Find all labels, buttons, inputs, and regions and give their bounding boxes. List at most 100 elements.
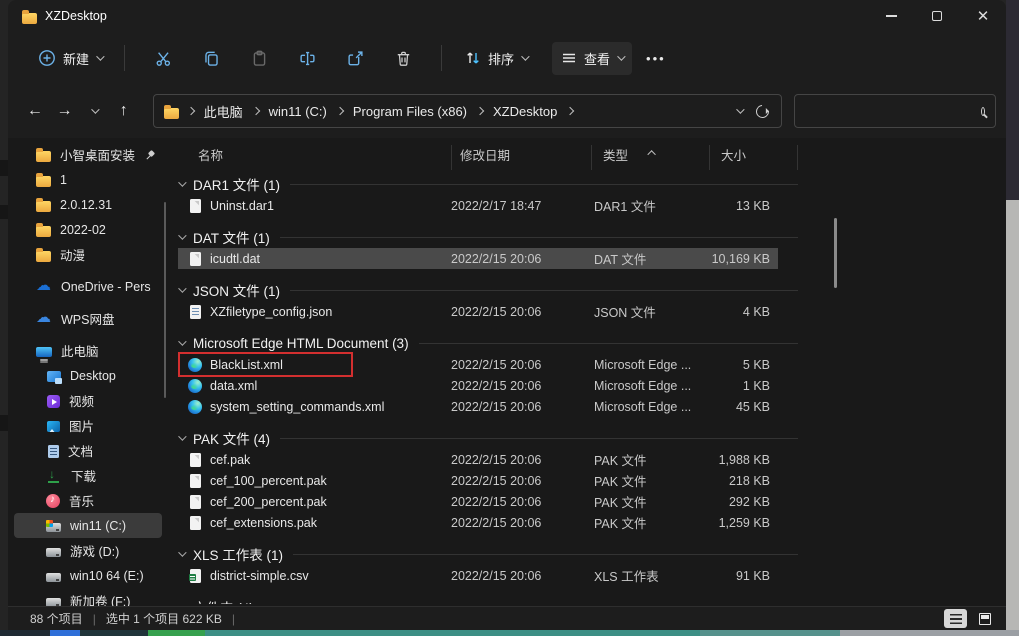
sidebar-item[interactable]: 音乐 <box>14 488 162 513</box>
file-list: 名称 修改日期 类型 大小 DAR1 文件 (1)Uninst.dar12022… <box>170 140 798 604</box>
file-icon <box>190 252 201 266</box>
status-separator: | <box>232 612 235 626</box>
rename-icon <box>299 50 316 67</box>
file-row[interactable]: Uninst.dar12022/2/17 18:47DAR1 文件13 KB <box>178 195 778 216</box>
column-header-size[interactable]: 大小 <box>709 145 798 170</box>
column-headers: 名称 修改日期 类型 大小 <box>170 140 798 170</box>
sidebar-item[interactable]: 文档 <box>14 438 162 463</box>
breadcrumb-item[interactable]: 此电脑 <box>203 100 244 123</box>
file-list-scrollbar[interactable] <box>834 218 837 288</box>
group-header[interactable]: 文件夹 (4) <box>170 596 798 604</box>
breadcrumb-item[interactable]: win11 (C:) <box>268 102 328 121</box>
sidebar-item[interactable]: 图片 <box>14 413 162 438</box>
column-header-type[interactable]: 类型 <box>591 145 709 170</box>
sort-button[interactable]: 排序 <box>456 42 536 75</box>
refresh-icon[interactable] <box>753 102 771 120</box>
search-input[interactable] <box>805 104 981 119</box>
sidebar-item-label: 游戏 (D:) <box>70 541 119 560</box>
view-button[interactable]: 查看 <box>552 42 632 75</box>
group-header[interactable]: XLS 工作表 (1) <box>170 543 798 565</box>
file-row[interactable]: district-simple.csv2022/2/15 20:06XLS 工作… <box>178 565 778 586</box>
file-type: XLS 工作表 <box>594 565 659 586</box>
file-type: PAK 文件 <box>594 449 647 470</box>
file-name: data.xml <box>210 375 440 396</box>
recent-locations-button[interactable] <box>79 96 109 126</box>
file-name: cef.pak <box>210 449 440 470</box>
file-row[interactable]: system_setting_commands.xml2022/2/15 20:… <box>178 396 778 417</box>
search-box[interactable] <box>794 94 996 128</box>
sidebar-item[interactable]: 下载 <box>14 463 162 488</box>
share-button[interactable] <box>335 41 375 75</box>
breadcrumb-item[interactable]: XZDesktop <box>492 102 558 121</box>
file-row[interactable]: data.xml2022/2/15 20:06Microsoft Edge ..… <box>178 375 778 396</box>
file-row[interactable]: cef.pak2022/2/15 20:06PAK 文件1,988 KB <box>178 449 778 470</box>
breadcrumb-item[interactable]: Program Files (x86) <box>352 102 468 121</box>
maximize-button[interactable] <box>914 0 960 32</box>
file-row[interactable]: cef_200_percent.pak2022/2/15 20:06PAK 文件… <box>178 491 778 512</box>
column-header-date[interactable]: 修改日期 <box>451 145 591 170</box>
file-icon-cell <box>188 470 201 491</box>
sidebar-item[interactable]: 视频 <box>14 388 162 413</box>
file-icon-cell <box>188 449 201 470</box>
group-chevron-icon <box>178 337 186 345</box>
file-row[interactable]: cef_extensions.pak2022/2/15 20:06PAK 文件1… <box>178 512 778 533</box>
sidebar-scrollbar[interactable] <box>164 202 166 398</box>
sidebar-item[interactable]: 1 <box>14 167 162 192</box>
group-header[interactable]: Microsoft Edge HTML Document (3) <box>170 332 798 354</box>
thumbnail-view-toggle[interactable] <box>973 609 996 628</box>
up-button[interactable]: ↑ <box>109 96 139 126</box>
sidebar-item-label: 文档 <box>68 441 93 460</box>
pin-icon <box>146 150 156 160</box>
paste-button[interactable] <box>239 41 279 75</box>
sidebar-item[interactable]: WPS网盘 <box>14 306 162 331</box>
sidebar-item-label: 动漫 <box>60 245 85 264</box>
new-button[interactable]: 新建 <box>30 43 110 74</box>
file-row[interactable]: BlackList.xml2022/2/15 20:06Microsoft Ed… <box>178 354 778 375</box>
file-date: 2022/2/15 20:06 <box>451 512 541 533</box>
file-name: XZfiletype_config.json <box>210 301 440 322</box>
file-row[interactable]: XZfiletype_config.json2022/2/15 20:06JSO… <box>178 301 778 322</box>
sidebar-item[interactable]: 新加卷 (F:) <box>14 588 162 606</box>
sidebar-item[interactable]: Desktop <box>14 363 162 388</box>
minimize-button[interactable] <box>868 0 914 32</box>
sidebar-item[interactable]: 2022-02 <box>14 217 162 242</box>
group-header[interactable]: DAR1 文件 (1) <box>170 173 798 195</box>
sidebar-item[interactable]: win10 64 (E:) <box>14 563 162 588</box>
title-bar[interactable]: XZDesktop ✕ <box>8 0 1006 32</box>
file-date: 2022/2/15 20:06 <box>451 470 541 491</box>
group-header[interactable]: PAK 文件 (4) <box>170 427 798 449</box>
sidebar-item[interactable]: win11 (C:) <box>14 513 162 538</box>
details-view-toggle[interactable] <box>944 609 967 628</box>
file-type: PAK 文件 <box>594 512 647 533</box>
more-options-button[interactable]: ••• <box>646 51 666 66</box>
sidebar-item[interactable]: 动漫 <box>14 242 162 267</box>
file-name: cef_100_percent.pak <box>210 470 440 491</box>
column-header-name[interactable]: 名称 <box>170 145 451 170</box>
address-dropdown-icon[interactable] <box>736 105 744 113</box>
delete-button[interactable] <box>383 41 423 75</box>
rename-button[interactable] <box>287 41 327 75</box>
sidebar-item[interactable]: 游戏 (D:) <box>14 538 162 563</box>
sidebar-item[interactable]: 此电脑 <box>14 338 162 363</box>
address-bar[interactable]: 此电脑 win11 (C:) Program Files (x86) XZDeskto… <box>153 94 782 128</box>
copy-button[interactable] <box>191 41 231 75</box>
file-row[interactable]: cef_100_percent.pak2022/2/15 20:06PAK 文件… <box>178 470 778 491</box>
sidebar-item[interactable]: 小智桌面安装 <box>14 142 162 167</box>
sidebar-item[interactable]: 2.0.12.31 <box>14 192 162 217</box>
group-divider-line <box>419 343 798 344</box>
edge-icon <box>188 400 202 414</box>
cut-button[interactable] <box>143 41 183 75</box>
group-title: XLS 工作表 (1) <box>193 544 283 564</box>
group-header[interactable]: DAT 文件 (1) <box>170 226 798 248</box>
navigation-pane: 小智桌面安装12.0.12.312022-02 动漫 OneDrive - Pers… <box>8 142 168 606</box>
file-group: PAK 文件 (4)cef.pak2022/2/15 20:06PAK 文件1,… <box>170 427 798 533</box>
file-date: 2022/2/17 18:47 <box>451 195 541 216</box>
group-title: DAR1 文件 (1) <box>193 174 280 194</box>
file-row[interactable]: icudtl.dat2022/2/15 20:06DAT 文件10,169 KB <box>178 248 778 269</box>
group-header[interactable]: JSON 文件 (1) <box>170 279 798 301</box>
back-button[interactable]: ← <box>20 96 50 126</box>
forward-button[interactable]: → <box>50 96 80 126</box>
close-button[interactable]: ✕ <box>960 0 1006 32</box>
sidebar-item[interactable]: OneDrive - Pers <box>14 274 162 299</box>
file-group: JSON 文件 (1)XZfiletype_config.json2022/2/… <box>170 279 798 322</box>
